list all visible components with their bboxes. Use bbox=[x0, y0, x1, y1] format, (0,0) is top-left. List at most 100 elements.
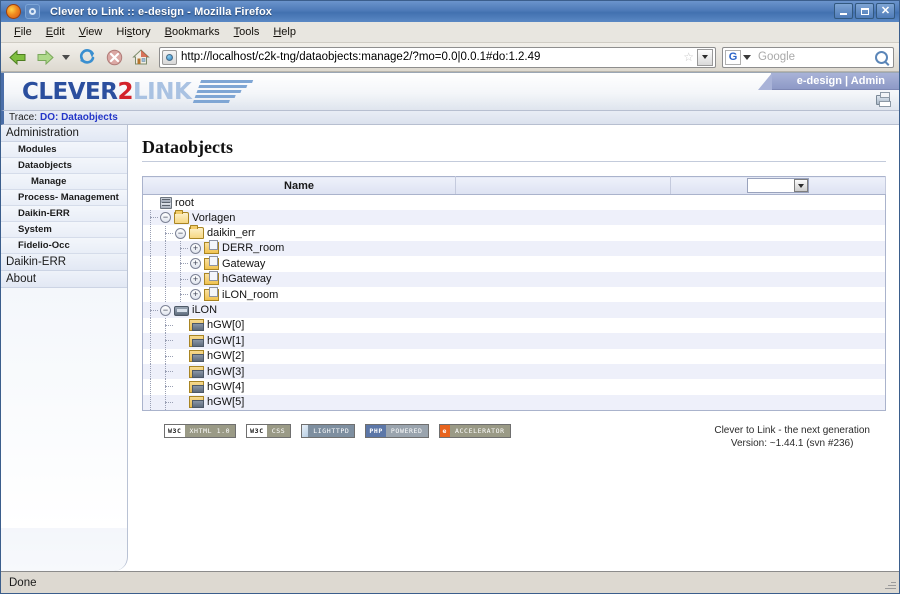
tree-node[interactable]: − Vorlagen bbox=[143, 209, 885, 226]
tree-node[interactable]: root bbox=[143, 195, 885, 210]
menu-help[interactable]: Help bbox=[266, 24, 303, 40]
resize-grip-icon[interactable] bbox=[883, 577, 897, 591]
tree-node-label[interactable]: Vorlagen bbox=[192, 212, 235, 224]
magnifier-icon[interactable] bbox=[875, 50, 888, 64]
table-row[interactable]: − Vorlagen bbox=[142, 209, 886, 226]
tree-node[interactable]: hGW[5] bbox=[143, 394, 885, 410]
tree-node-label[interactable]: hGW[2] bbox=[207, 350, 244, 362]
minimize-button[interactable] bbox=[834, 3, 853, 19]
table-row[interactable]: − iLON bbox=[142, 302, 886, 318]
column-header-name[interactable]: Name bbox=[142, 176, 456, 195]
forward-button[interactable] bbox=[33, 45, 57, 69]
menu-edit[interactable]: Edit bbox=[39, 24, 72, 40]
sidebar-item-fidelio-occ[interactable]: Fidelio-Occ bbox=[1, 238, 127, 254]
table-row[interactable]: − daikin_err bbox=[142, 225, 886, 241]
sidebar-item-system[interactable]: System bbox=[1, 222, 127, 238]
sidebar-group-daikin-err[interactable]: Daikin-ERR bbox=[1, 254, 127, 271]
tree-toggle-cell[interactable]: + bbox=[188, 272, 203, 287]
sidebar-item-daikin-err[interactable]: Daikin-ERR bbox=[1, 206, 127, 222]
print-button[interactable] bbox=[874, 92, 892, 108]
filter-select[interactable] bbox=[747, 178, 809, 193]
sidebar-item-modules[interactable]: Modules bbox=[1, 142, 127, 158]
tree-node-label[interactable]: hGW[0] bbox=[207, 319, 244, 331]
tree-toggle-cell[interactable]: + bbox=[188, 256, 203, 271]
tree-node[interactable]: hGW[2] bbox=[143, 348, 885, 364]
reload-button[interactable] bbox=[75, 45, 99, 69]
search-bar[interactable]: G Google bbox=[722, 46, 894, 68]
expand-node-icon[interactable]: + bbox=[190, 258, 201, 270]
breadcrumb-value[interactable]: DO: Dataobjects bbox=[40, 112, 118, 123]
collapse-node-icon[interactable]: − bbox=[175, 227, 186, 239]
tree-node-label[interactable]: hGateway bbox=[222, 273, 272, 285]
menu-history[interactable]: History bbox=[109, 24, 157, 40]
search-input[interactable]: Google bbox=[758, 51, 875, 63]
collapse-node-icon[interactable]: − bbox=[160, 212, 171, 224]
sidebar-item-dataobjects[interactable]: Dataobjects bbox=[1, 158, 127, 174]
tree-node-label[interactable]: iLON_room bbox=[222, 289, 278, 301]
tree-node-label[interactable]: hGW[4] bbox=[207, 381, 244, 393]
tree-node-label[interactable]: hGW[3] bbox=[207, 366, 244, 378]
tree-toggle-cell[interactable]: + bbox=[188, 241, 203, 256]
menu-tools[interactable]: Tools bbox=[227, 24, 267, 40]
collapse-node-icon[interactable]: − bbox=[160, 304, 171, 316]
footer-badge[interactable]: PHP POWERED bbox=[365, 423, 429, 438]
table-row[interactable]: + iLON_room bbox=[142, 286, 886, 303]
expand-node-icon[interactable]: + bbox=[190, 289, 201, 301]
tree-node[interactable]: + hGateway bbox=[143, 271, 885, 287]
tree-toggle-cell[interactable]: − bbox=[173, 226, 188, 241]
menu-view[interactable]: View bbox=[72, 24, 110, 40]
tree-node[interactable]: hGW[3] bbox=[143, 364, 885, 380]
table-row[interactable]: hGW[1] bbox=[142, 333, 886, 349]
menu-file[interactable]: FFileile bbox=[7, 24, 39, 40]
sidebar-item-process-management[interactable]: Process- Management bbox=[1, 190, 127, 206]
menu-bookmarks[interactable]: Bookmarks bbox=[158, 24, 227, 40]
table-row[interactable]: + DERR_room bbox=[142, 240, 886, 257]
url-dropdown-button[interactable] bbox=[697, 48, 713, 66]
tree-node[interactable]: + iLON_room bbox=[143, 286, 885, 303]
maximize-button[interactable] bbox=[855, 3, 874, 19]
tree-node-label[interactable]: hGW[1] bbox=[207, 335, 244, 347]
tree-node-label[interactable]: DERR_room bbox=[222, 242, 284, 254]
star-icon[interactable]: ☆ bbox=[683, 50, 694, 64]
tree-node[interactable]: − daikin_err bbox=[143, 225, 885, 241]
footer-badge[interactable]: LIGHTTPD bbox=[301, 423, 356, 438]
home-button[interactable] bbox=[129, 45, 153, 69]
tree-node-label[interactable]: iLON bbox=[192, 304, 217, 316]
table-row[interactable]: root bbox=[142, 194, 886, 210]
back-button[interactable] bbox=[6, 45, 30, 69]
tree-node[interactable]: + DERR_room bbox=[143, 240, 885, 256]
tree-node-label[interactable]: hGW[5] bbox=[207, 396, 244, 408]
footer-badge[interactable]: e ACCELERATOR bbox=[438, 423, 511, 438]
chevron-down-icon[interactable] bbox=[794, 179, 808, 192]
table-row[interactable]: + hGateway bbox=[142, 271, 886, 287]
stop-button[interactable] bbox=[102, 45, 126, 69]
tree-node[interactable]: − iLON bbox=[143, 302, 885, 318]
history-dropdown-icon[interactable] bbox=[62, 54, 70, 60]
close-button[interactable]: ✕ bbox=[876, 3, 895, 19]
table-row[interactable]: hGW[0] bbox=[142, 317, 886, 334]
sidebar-item-manage[interactable]: Manage bbox=[1, 174, 127, 190]
tree-node[interactable]: hGW[1] bbox=[143, 333, 885, 349]
tree-toggle-cell[interactable]: − bbox=[158, 303, 173, 318]
expand-node-icon[interactable]: + bbox=[190, 242, 201, 254]
expand-node-icon[interactable]: + bbox=[190, 273, 201, 285]
search-engine-dropdown-icon[interactable] bbox=[743, 54, 751, 60]
sidebar-group-about[interactable]: About bbox=[1, 271, 127, 288]
table-row[interactable]: hGW[2] bbox=[142, 348, 886, 364]
table-row[interactable]: hGW[5] bbox=[142, 394, 886, 411]
tree-node-label[interactable]: Gateway bbox=[222, 258, 265, 270]
url-bar[interactable]: http://localhost/c2k-tng/dataobjects:man… bbox=[159, 46, 716, 68]
site-logo[interactable]: CLEVER 2 LINK bbox=[22, 79, 254, 105]
sidebar-item-administration[interactable]: Administration bbox=[1, 125, 127, 142]
tree-node[interactable]: hGW[0] bbox=[143, 317, 885, 333]
tree-node[interactable]: hGW[4] bbox=[143, 379, 885, 395]
footer-badge[interactable]: W3C XHTML 1.0 bbox=[164, 423, 237, 438]
table-row[interactable]: hGW[3] bbox=[142, 363, 886, 380]
tree-node-label[interactable]: daikin_err bbox=[207, 227, 255, 239]
url-text[interactable]: http://localhost/c2k-tng/dataobjects:man… bbox=[181, 51, 683, 63]
table-row[interactable]: hGW[4] bbox=[142, 379, 886, 395]
tree-node-label[interactable]: root bbox=[175, 197, 194, 209]
tree-toggle-cell[interactable]: − bbox=[158, 210, 173, 225]
tree-node[interactable]: + Gateway bbox=[143, 255, 885, 272]
tree-toggle-cell[interactable]: + bbox=[188, 287, 203, 302]
